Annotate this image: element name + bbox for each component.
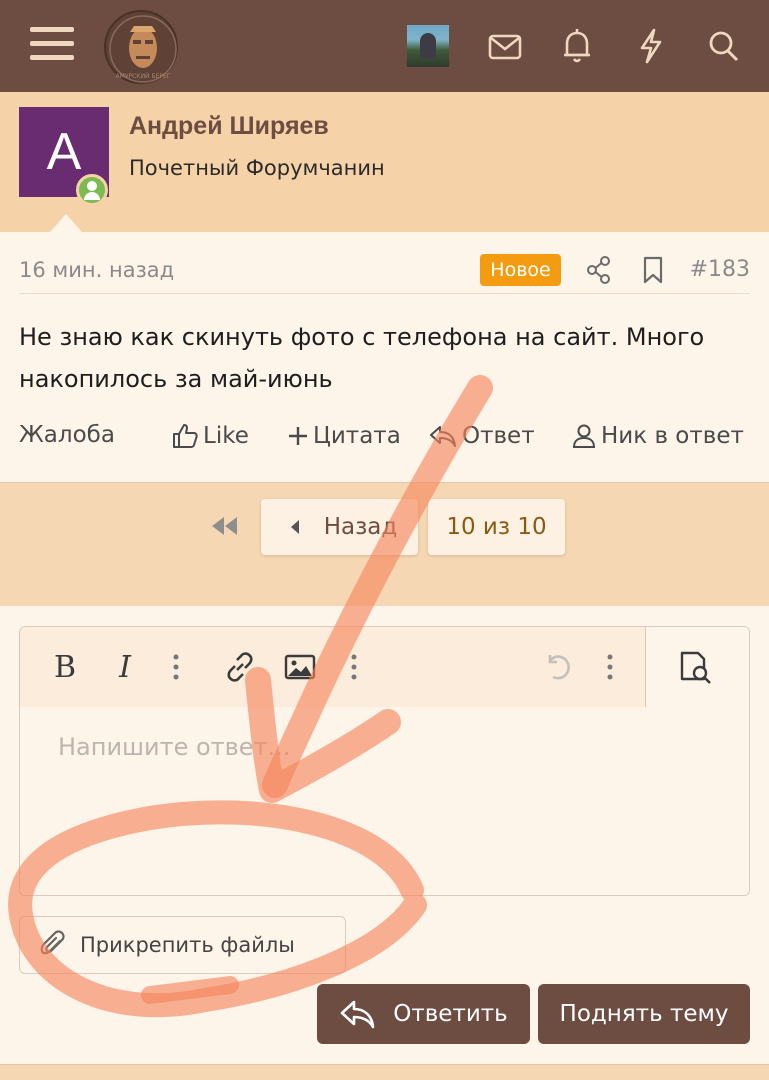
bold-button[interactable]: B xyxy=(50,647,80,687)
quick-reply: B I Напишите ответ... Прикрепить файлы О… xyxy=(0,606,769,1066)
author-name[interactable]: Андрей Ширяев xyxy=(129,112,329,141)
current-user-avatar[interactable] xyxy=(407,25,449,67)
like-label: Like xyxy=(203,423,249,449)
post-text: Не знаю как скинуть фото с телефона на с… xyxy=(19,323,705,393)
reply-textarea[interactable] xyxy=(20,707,749,895)
prev-page-button[interactable]: Назад xyxy=(261,499,418,555)
attach-files-label: Прикрепить файлы xyxy=(80,933,295,957)
share-icon[interactable] xyxy=(586,254,612,286)
author-title: Почетный Форумчанин xyxy=(129,156,385,180)
plus-icon xyxy=(289,427,307,445)
post-actions: Жалоба Like Цитата Ответ Ник в ответ xyxy=(19,422,754,456)
preview-icon xyxy=(680,651,711,684)
top-bar: АМУРСКИЙ БЕРЕГ xyxy=(0,0,769,92)
post-timestamp[interactable]: 16 мин. назад xyxy=(19,258,174,282)
lightning-icon[interactable] xyxy=(631,24,671,68)
footer-divider xyxy=(0,1064,769,1080)
caret-left-icon xyxy=(290,520,299,534)
more-insert-options-icon[interactable] xyxy=(344,647,364,687)
pagination: Назад 10 из 10 xyxy=(0,482,769,606)
italic-button[interactable]: I xyxy=(110,647,140,687)
link-icon[interactable] xyxy=(220,647,260,687)
like-button[interactable]: Like xyxy=(171,422,249,450)
preview-button[interactable] xyxy=(645,627,749,707)
report-label: Жалоба xyxy=(19,422,115,448)
bell-icon[interactable] xyxy=(557,24,597,68)
thumbs-up-icon xyxy=(173,424,198,448)
report-button[interactable]: Жалоба xyxy=(19,422,115,448)
mail-icon[interactable] xyxy=(485,24,525,68)
undo-icon[interactable] xyxy=(538,647,578,687)
reply-icon xyxy=(430,426,456,447)
paperclip-icon xyxy=(40,930,65,955)
avatar-letter: А xyxy=(46,123,82,181)
quote-button[interactable]: Цитата xyxy=(287,422,401,450)
prev-page-label: Назад xyxy=(323,514,398,540)
post-number[interactable]: #183 xyxy=(690,257,750,282)
reply-arrow-icon xyxy=(340,1000,375,1029)
message-pointer xyxy=(50,214,82,232)
editor-toolbar: B I xyxy=(20,627,749,707)
post-message: 16 мин. назад Новое #183 Не знаю как ски… xyxy=(0,232,769,482)
mention-button[interactable]: Ник в ответ xyxy=(571,422,744,450)
mention-label: Ник в ответ xyxy=(601,423,744,449)
more-options-icon[interactable] xyxy=(600,647,620,687)
reply-editor: B I xyxy=(19,626,750,896)
menu-icon[interactable] xyxy=(30,27,74,63)
bookmark-icon[interactable] xyxy=(640,254,666,286)
post-meta: 16 мин. назад Новое #183 xyxy=(19,254,750,294)
attach-files-button[interactable]: Прикрепить файлы xyxy=(19,916,346,974)
reply-link[interactable]: Ответ xyxy=(428,422,535,450)
user-icon xyxy=(572,424,596,448)
submit-reply-label: Ответить xyxy=(393,1001,508,1027)
image-icon[interactable] xyxy=(282,647,318,687)
more-text-options-icon[interactable] xyxy=(166,647,186,687)
reply-label: Ответ xyxy=(462,423,535,449)
site-logo[interactable]: АМУРСКИЙ БЕРЕГ xyxy=(104,10,178,84)
quote-label: Цитата xyxy=(313,423,401,449)
post-author: А Андрей Ширяев Почетный Форумчанин xyxy=(0,92,769,232)
search-icon[interactable] xyxy=(704,24,744,68)
new-badge: Новое xyxy=(480,254,561,286)
page-indicator[interactable]: 10 из 10 xyxy=(428,499,565,555)
submit-reply-button[interactable]: Ответить xyxy=(317,984,530,1044)
svg-text:АМУРСКИЙ БЕРЕГ: АМУРСКИЙ БЕРЕГ xyxy=(116,73,171,80)
online-status-icon xyxy=(76,174,108,206)
bump-thread-button[interactable]: Поднять тему xyxy=(538,984,750,1044)
first-page-icon[interactable] xyxy=(207,511,241,541)
